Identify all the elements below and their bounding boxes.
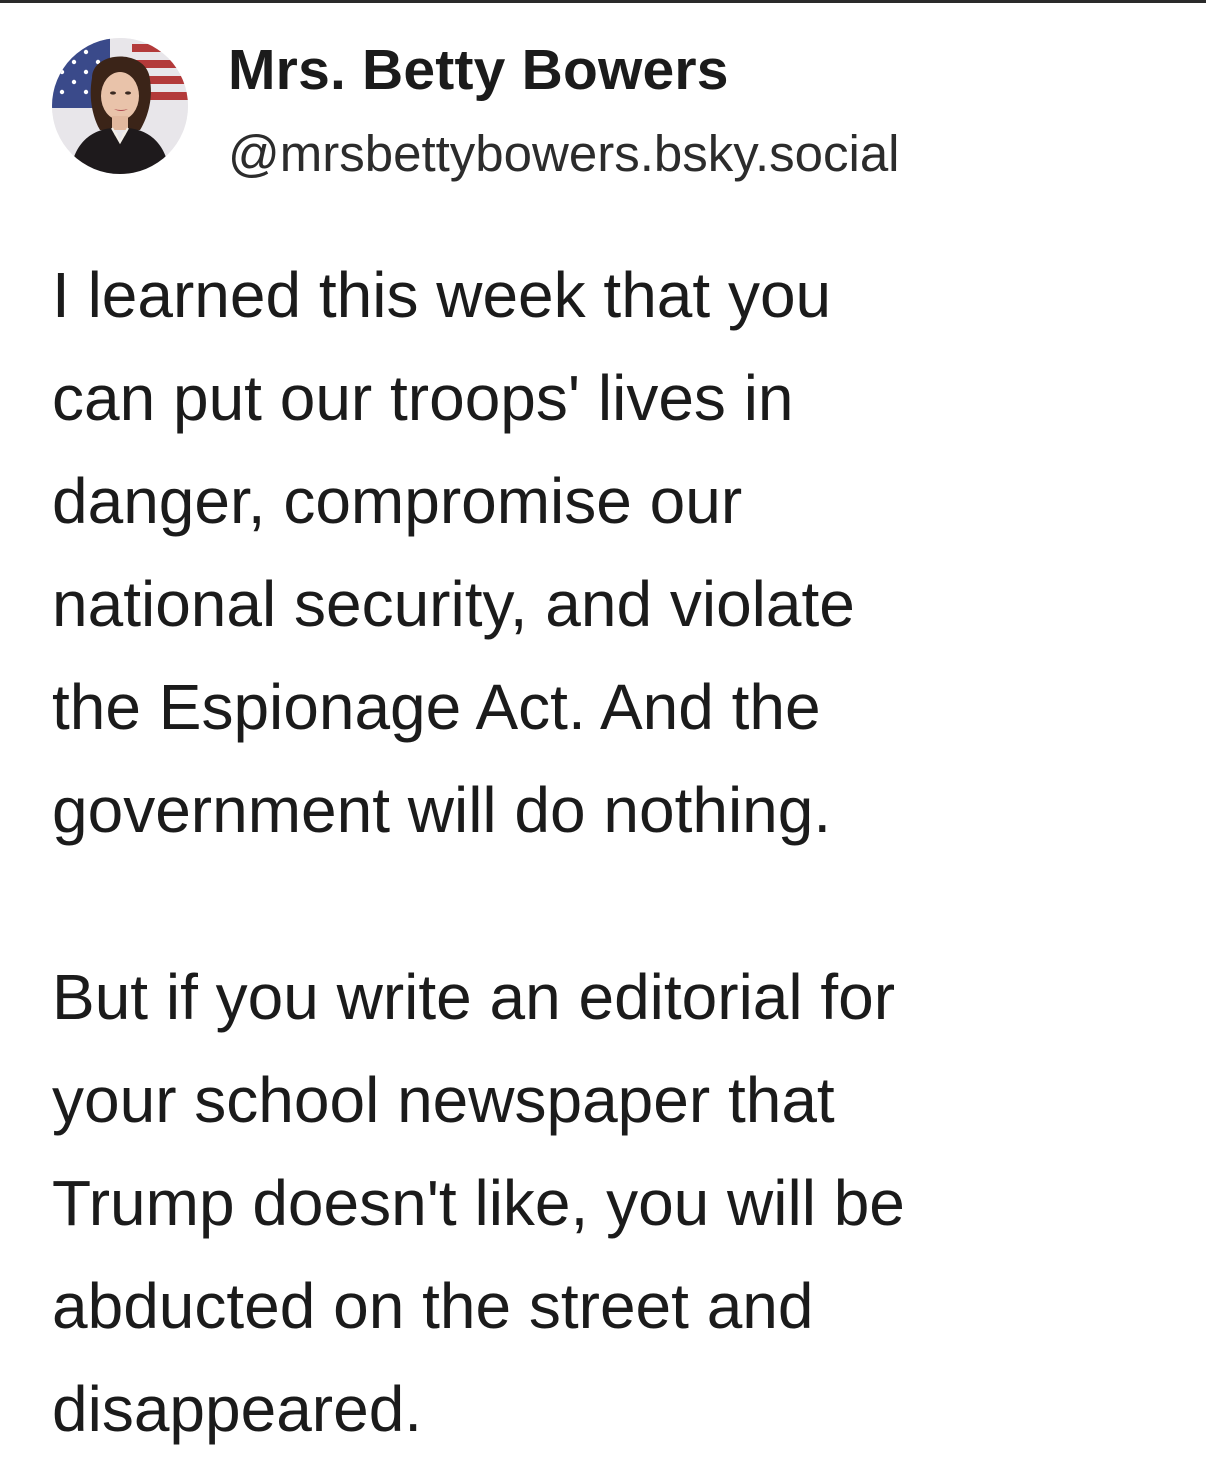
post-text-line: I learned this week that you (52, 259, 832, 331)
author-display-name[interactable]: Mrs. Betty Bowers (228, 34, 729, 106)
post-text-line: disappeared. (52, 1373, 423, 1445)
post-text-line: But if you write an editorial for (52, 961, 896, 1033)
post-text-line: Trump doesn't like, you will be (52, 1167, 905, 1239)
social-post: Mrs. Betty Bowers @mrsbettybowers.bsky.s… (0, 0, 1206, 1471)
post-text-line: government will do nothing. (52, 774, 832, 846)
post-text-line: danger, compromise our (52, 465, 743, 537)
post-paragraph-2: But if you write an editorial for your s… (52, 946, 1182, 1461)
post-text-line: national security, and violate (52, 568, 855, 640)
post-text-line: your school newspaper that (52, 1064, 835, 1136)
post-text-line: abducted on the street and (52, 1270, 814, 1342)
post-text-line: can put our troops' lives in (52, 362, 794, 434)
author-handle[interactable]: @mrsbettybowers.bsky.social (228, 122, 900, 186)
post-text-line: the Espionage Act. And the (52, 671, 821, 743)
profile-photo-avatar-icon[interactable] (52, 38, 188, 174)
post-paragraph-1: I learned this week that you can put our… (52, 244, 1182, 862)
